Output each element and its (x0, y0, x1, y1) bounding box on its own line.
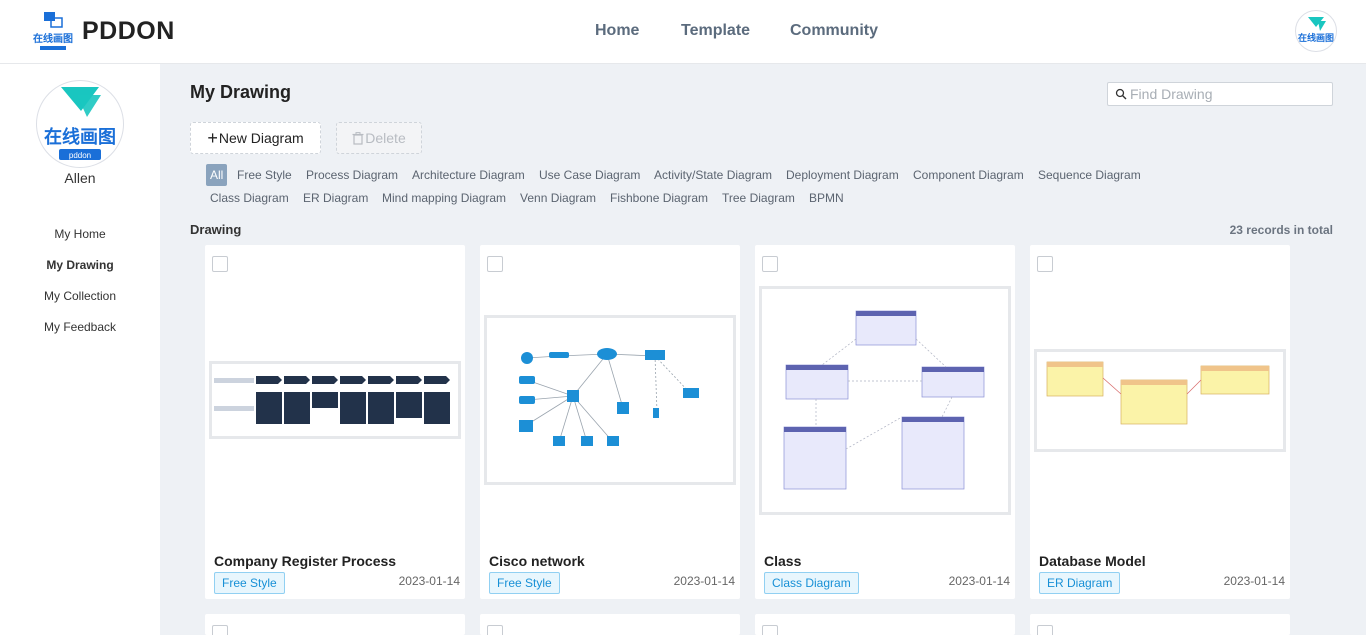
drawing-card[interactable] (480, 614, 740, 635)
card-date: 2023-01-14 (673, 574, 735, 588)
username: Allen (64, 170, 96, 186)
card-thumbnail[interactable] (484, 315, 736, 485)
filter-architecture-diagram[interactable]: Architecture Diagram (405, 164, 532, 186)
filter-bpmn[interactable]: BPMN (802, 187, 851, 209)
section-label: Drawing (190, 222, 242, 237)
drawing-card[interactable] (1030, 614, 1290, 635)
page-title: My Drawing (190, 82, 292, 102)
user-avatar[interactable]: 在线画图 (1295, 10, 1337, 52)
avatar-icon: 在线画图 (1298, 17, 1334, 43)
sidebar: 在线画图 pddon Allen My Home My Drawing My C… (0, 64, 160, 635)
card-title[interactable]: Company Register Process (214, 553, 396, 569)
card-checkbox[interactable] (762, 256, 778, 272)
filter-process-diagram[interactable]: Process Diagram (299, 164, 405, 186)
filter-component-diagram[interactable]: Component Diagram (906, 164, 1031, 186)
filter-er-diagram[interactable]: ER Diagram (296, 187, 375, 209)
card-thumbnail[interactable] (759, 286, 1011, 515)
search-input[interactable] (1130, 85, 1328, 103)
card-checkbox[interactable] (762, 625, 778, 635)
delete-button[interactable]: Delete (336, 122, 422, 154)
filter-free-style[interactable]: Free Style (230, 164, 299, 186)
top-header: 在线画图 PDDON Home Template Community 在线画图 (0, 0, 1366, 64)
filter-activity-state-diagram[interactable]: Activity/State Diagram (647, 164, 779, 186)
new-diagram-button[interactable]: + New Diagram (190, 122, 321, 154)
card-checkbox[interactable] (1037, 256, 1053, 272)
new-diagram-label: New Diagram (218, 130, 304, 146)
card-thumbnail[interactable] (209, 361, 461, 439)
filter-venn-diagram[interactable]: Venn Diagram (513, 187, 603, 209)
card-title[interactable]: Database Model (1039, 553, 1146, 569)
card-checkbox[interactable] (487, 625, 503, 635)
sidebar-item-my-feedback[interactable]: My Feedback (0, 320, 160, 334)
sidebar-item-my-drawing[interactable]: My Drawing (0, 258, 160, 272)
card-tag: ER Diagram (1039, 572, 1121, 594)
network-thumbnail-icon (519, 348, 699, 446)
sidebar-item-my-collection[interactable]: My Collection (0, 289, 160, 303)
filter-use-case-diagram[interactable]: Use Case Diagram (532, 164, 647, 186)
nav-community[interactable]: Community (790, 22, 878, 40)
card-date: 2023-01-14 (398, 574, 460, 588)
filter-deployment-diagram[interactable]: Deployment Diagram (779, 164, 906, 186)
sidebar-item-my-home[interactable]: My Home (0, 227, 160, 241)
nav-home[interactable]: Home (595, 22, 639, 40)
nav-template[interactable]: Template (681, 22, 750, 40)
filter-sequence-diagram[interactable]: Sequence Diagram (1031, 164, 1148, 186)
logo-icon: 在线画图 (33, 12, 73, 50)
class-thumbnail-icon (783, 310, 985, 490)
card-checkbox[interactable] (487, 256, 503, 272)
profile-avatar-text: 在线画图 (44, 126, 116, 147)
trash-icon (352, 131, 364, 145)
filter-all[interactable]: All (206, 164, 228, 186)
drawing-card[interactable]: Database Model ER Diagram 2023-01-14 (1030, 245, 1290, 599)
card-title[interactable]: Cisco network (489, 553, 585, 569)
card-checkbox[interactable] (1037, 625, 1053, 635)
logo-text: 在线画图 (33, 32, 73, 45)
profile-avatar[interactable]: 在线画图 pddon (36, 80, 124, 168)
plus-icon: + (207, 128, 218, 148)
card-date: 2023-01-14 (948, 574, 1010, 588)
filter-fishbone-diagram[interactable]: Fishbone Diagram (603, 187, 715, 209)
avatar-text: 在线画图 (1298, 32, 1334, 43)
delete-label: Delete (365, 130, 406, 146)
er-thumbnail-icon (1046, 361, 1270, 425)
drawing-card[interactable]: Cisco network Free Style 2023-01-14 (480, 245, 740, 599)
card-checkbox[interactable] (212, 256, 228, 272)
profile-avatar-icon: 在线画图 pddon (44, 87, 116, 160)
card-thumbnail[interactable] (1034, 349, 1286, 452)
card-title[interactable]: Class (764, 553, 801, 569)
logo[interactable]: 在线画图 (32, 10, 74, 54)
card-tag: Free Style (489, 572, 560, 594)
records-count: 23 records in total (1229, 223, 1333, 237)
filter-mind-mapping-diagram[interactable]: Mind mapping Diagram (375, 187, 513, 209)
card-tag: Class Diagram (764, 572, 859, 594)
search-box[interactable] (1107, 82, 1333, 106)
card-checkbox[interactable] (212, 625, 228, 635)
filter-tree-diagram[interactable]: Tree Diagram (715, 187, 802, 209)
filter-class-diagram[interactable]: Class Diagram (203, 187, 296, 209)
drawing-card[interactable] (205, 614, 465, 635)
card-tag: Free Style (214, 572, 285, 594)
process-thumbnail-icon (214, 376, 450, 424)
brand-name[interactable]: PDDON (82, 17, 175, 46)
card-date: 2023-01-14 (1223, 574, 1285, 588)
drawing-card[interactable]: Company Register Process Free Style 2023… (205, 245, 465, 599)
search-icon (1115, 88, 1127, 100)
drawing-card[interactable] (755, 614, 1015, 635)
profile-avatar-sub: pddon (69, 151, 91, 160)
drawing-card[interactable]: Class Class Diagram 2023-01-14 (755, 245, 1015, 599)
